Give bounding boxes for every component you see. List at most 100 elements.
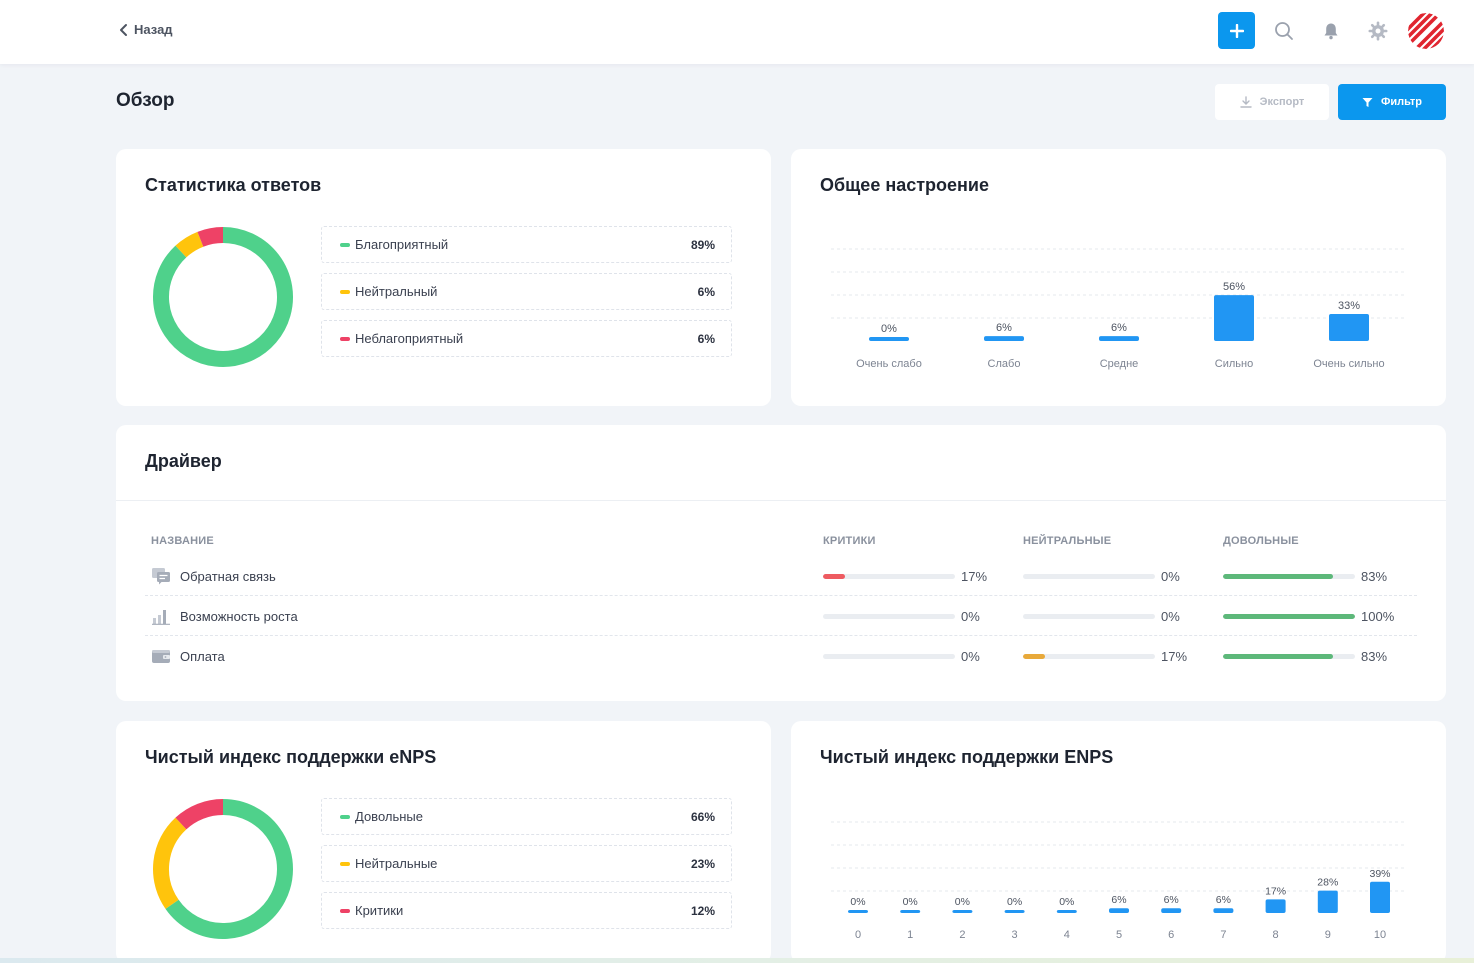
back-link[interactable]: Назад [118, 22, 173, 37]
neutral-value: 17% [1161, 648, 1188, 664]
settings-button[interactable] [1359, 12, 1396, 49]
progress-track [823, 653, 955, 659]
bar-value-label: 28% [1317, 877, 1338, 889]
donut-slice-Неблагоприятный [197, 227, 224, 247]
bar-value-label: 0% [903, 896, 918, 908]
column-header-critics: КРИТИКИ [823, 535, 876, 547]
driver-title: Драйвер [145, 451, 222, 471]
wallet-icon [152, 650, 170, 663]
notifications-button[interactable] [1312, 12, 1349, 49]
driver-card: Драйвер НАЗВАНИЕ КРИТИКИ НЕЙТРАЛЬНЫЕ ДОВ… [116, 425, 1446, 701]
x-tick-label: Очень слабо [856, 358, 922, 370]
neutral-value: 0% [1161, 568, 1180, 584]
enps-legend: Довольные 66% Нейтральные 23% Критики 12… [321, 798, 732, 939]
legend-value: 23% [690, 856, 715, 871]
neutral-bar [1023, 653, 1046, 659]
enps-stats-title: Чистый индекс поддержки eNPS [145, 747, 437, 767]
neutral-value: 0% [1161, 608, 1180, 624]
bar-7 [1213, 908, 1234, 913]
legend-item-satisfied: Довольные 66% [321, 798, 732, 835]
x-tick-label: Очень сильно [1313, 358, 1384, 370]
top-bar: Назад [0, 0, 1474, 64]
neutral-cell: 0% [1023, 556, 1180, 596]
driver-name: Возможность роста [151, 596, 298, 636]
x-tick-label: 9 [1325, 929, 1331, 941]
x-tick-label: 4 [1064, 929, 1070, 941]
progress-track [1023, 573, 1155, 579]
x-tick-label: Сильно [1215, 358, 1253, 370]
critics-value: 0% [961, 648, 980, 664]
bar-0 [848, 910, 868, 913]
x-tick-label: 5 [1116, 929, 1122, 941]
critics-value: 17% [961, 568, 988, 584]
legend-swatch [340, 242, 350, 247]
bar-value-label: 0% [1059, 896, 1074, 908]
bar-value-label: 56% [1223, 281, 1245, 293]
x-tick-label: 6 [1168, 929, 1174, 941]
avatar[interactable] [1408, 12, 1444, 49]
gear-icon [1368, 21, 1387, 40]
column-header-name: НАЗВАНИЕ [151, 535, 214, 547]
driver-name-label: Оплата [180, 648, 225, 664]
filter-icon [1362, 97, 1373, 107]
bar-value-label: 0% [955, 896, 970, 908]
enps-distribution-card: Чистый индекс поддержки ENPS 0% 0 0% 1 0% 2 0%… [791, 721, 1446, 963]
legend-label: Неблагоприятный [355, 331, 464, 346]
bar-value-label: 39% [1369, 868, 1390, 880]
add-button[interactable] [1218, 12, 1255, 49]
bar-10 [1370, 881, 1390, 913]
export-button[interactable]: Экспорт [1215, 84, 1329, 120]
x-tick-label: 10 [1374, 929, 1386, 941]
legend-value: 6% [697, 331, 715, 346]
bar-3 [1004, 910, 1025, 913]
table-row[interactable]: Возможность роста 0% 0% 100% [145, 596, 1417, 636]
bar-Слабо [984, 336, 1024, 341]
chevron-left-icon [120, 23, 127, 36]
bar-value-label: 6% [1111, 322, 1127, 334]
bar-Средне [1099, 336, 1139, 341]
response-stats-title: Статистика ответов [145, 175, 322, 195]
page-title: Обзор [116, 90, 175, 111]
table-row[interactable]: Оплата 0% 17% 83% [145, 636, 1417, 676]
x-tick-label: 1 [907, 929, 913, 941]
enps-bar-chart: 0% 0 0% 1 0% 2 0% 3 0% 4 6% 5 6% 6 6% 7 17% 8 28% 9 39% 10 [831, 821, 1406, 941]
legend-item-neutral: Нейтральный 6% [321, 273, 732, 310]
mood-bar-chart: 0% Очень слабо 6% Слабо 6% Средне 56% Сильно 33%… [831, 248, 1406, 370]
legend-value: 89% [690, 237, 715, 252]
bar-value-label: 17% [1265, 885, 1286, 897]
x-tick-label: 7 [1220, 929, 1226, 941]
bar-8 [1265, 899, 1286, 913]
legend-label: Довольные [355, 809, 423, 824]
back-label: Назад [134, 22, 173, 37]
satisfied-cell: 83% [1223, 636, 1387, 676]
x-tick-label: 2 [959, 929, 965, 941]
bell-icon [1324, 23, 1337, 39]
download-icon [1239, 96, 1252, 108]
legend-swatch [340, 814, 350, 819]
satisfied-bar [1223, 613, 1355, 619]
progress-track [1223, 653, 1355, 659]
legend-item-critics: Критики 12% [321, 892, 732, 929]
donut-slice-Нейтральные [153, 817, 187, 909]
satisfied-value: 83% [1361, 648, 1388, 664]
satisfied-bar [1223, 653, 1333, 659]
bar-9 [1317, 890, 1338, 913]
donut-slice-Критики [175, 799, 224, 830]
legend-label: Критики [355, 903, 404, 918]
bottom-strip [0, 958, 1474, 963]
bar-2 [952, 910, 973, 913]
driver-name: Обратная связь [151, 556, 276, 596]
satisfied-bar [1223, 573, 1333, 579]
legend-swatch [340, 289, 350, 294]
x-tick-label: 0 [855, 929, 861, 941]
bar-value-label: 33% [1338, 300, 1360, 312]
search-button[interactable] [1265, 12, 1302, 49]
column-header-neutral: НЕЙТРАЛЬНЫЕ [1023, 535, 1112, 547]
satisfied-cell: 100% [1223, 596, 1394, 636]
legend-item-unfavorable: Неблагоприятный 6% [321, 320, 732, 357]
table-row[interactable]: Обратная связь 17% 0% 83% [145, 556, 1417, 596]
driver-name-label: Возможность роста [180, 608, 298, 624]
bar-1 [900, 910, 921, 913]
legend-value: 12% [690, 903, 715, 918]
filter-button[interactable]: Фильтр [1338, 84, 1446, 120]
